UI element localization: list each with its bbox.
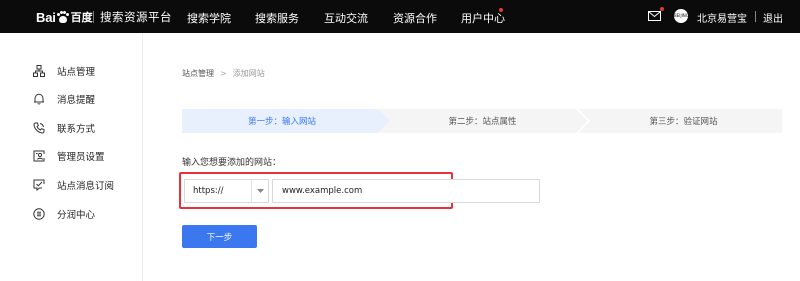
next-step-button[interactable]: 下一步 (182, 225, 257, 248)
breadcrumb-separator: > (220, 69, 227, 78)
nav-search-academy[interactable]: 搜索学院 (187, 10, 231, 26)
nav-search-services[interactable]: 搜索服务 (255, 10, 299, 26)
user-name[interactable]: 北京易营宝 (697, 10, 747, 25)
protocol-value: https:// (193, 186, 224, 196)
sidebar-item-label: 站点消息订阅 (57, 181, 115, 192)
user-center-notification-dot (499, 8, 503, 12)
dropdown-caret-icon[interactable] (251, 180, 268, 202)
sidebar-item-notifications[interactable]: 消息提醒 (33, 92, 95, 106)
sidebar-item-label: 管理员设置 (57, 152, 105, 163)
step-progress: 第一步：输入网站 第二步：站点属性 第三步：验证网站 (182, 109, 782, 133)
logo-text: Bai (36, 9, 56, 25)
admin-id-icon (33, 150, 45, 162)
breadcrumb-current: 添加网站 (232, 69, 265, 78)
sidebar-item-site-subscription[interactable]: 站点消息订阅 (33, 178, 114, 192)
sidebar-item-label: 分润中心 (57, 210, 96, 221)
bell-icon (34, 93, 44, 105)
website-field-label: 输入您想要添加的网站： (182, 158, 282, 168)
step-2: 第二步：站点属性 (448, 117, 517, 127)
mail-notification-dot (660, 7, 664, 11)
sidebar-item-revenue-center[interactable]: 分润中心 (33, 207, 95, 221)
paw-icon (56, 11, 69, 23)
step-1: 第一步：输入网站 (247, 117, 316, 127)
logo-chinese-text: 百度 (70, 11, 93, 24)
revenue-icon (33, 208, 45, 220)
sidebar-item-admin-settings[interactable]: 管理员设置 (33, 149, 105, 163)
sidebar-item-label: 站点管理 (57, 67, 96, 78)
top-navigation-bar: Bai 百度 搜索资源平台 搜索学院 搜索服务 互动交流 资源合作 用户中心 B… (0, 0, 800, 33)
nav-resource-cooperation[interactable]: 资源合作 (393, 10, 437, 26)
baidu-logo[interactable]: Bai 百度 (36, 9, 93, 25)
breadcrumb-root[interactable]: 站点管理 (182, 68, 214, 79)
mail-icon[interactable] (648, 11, 661, 21)
sidebar: 站点管理 消息提醒 联系方式 管理员设置 站点消息订阅 分润中心 (0, 33, 143, 281)
nav-user-center[interactable]: 用户中心 (461, 10, 505, 26)
sidebar-item-site-management[interactable]: 站点管理 (33, 64, 95, 78)
breadcrumb: 站点管理 > 添加网站 (182, 68, 265, 79)
step-3: 第三步：验证网站 (649, 117, 718, 127)
nav-interaction[interactable]: 互动交流 (324, 10, 368, 26)
phone-icon (33, 122, 45, 134)
sidebar-item-label: 消息提醒 (57, 95, 96, 106)
logo-divider (93, 11, 94, 23)
sitemap-icon (33, 65, 45, 77)
website-url-input[interactable] (272, 179, 540, 203)
protocol-select[interactable]: https:// (184, 179, 269, 203)
sidebar-item-contact[interactable]: 联系方式 (33, 121, 95, 135)
header-divider (755, 11, 756, 22)
avatar[interactable]: BEIJING (674, 9, 688, 23)
platform-title[interactable]: 搜索资源平台 (100, 9, 172, 25)
sidebar-item-label: 联系方式 (57, 124, 96, 135)
logout-link[interactable]: 退出 (763, 10, 783, 25)
subscribe-icon (33, 179, 45, 191)
